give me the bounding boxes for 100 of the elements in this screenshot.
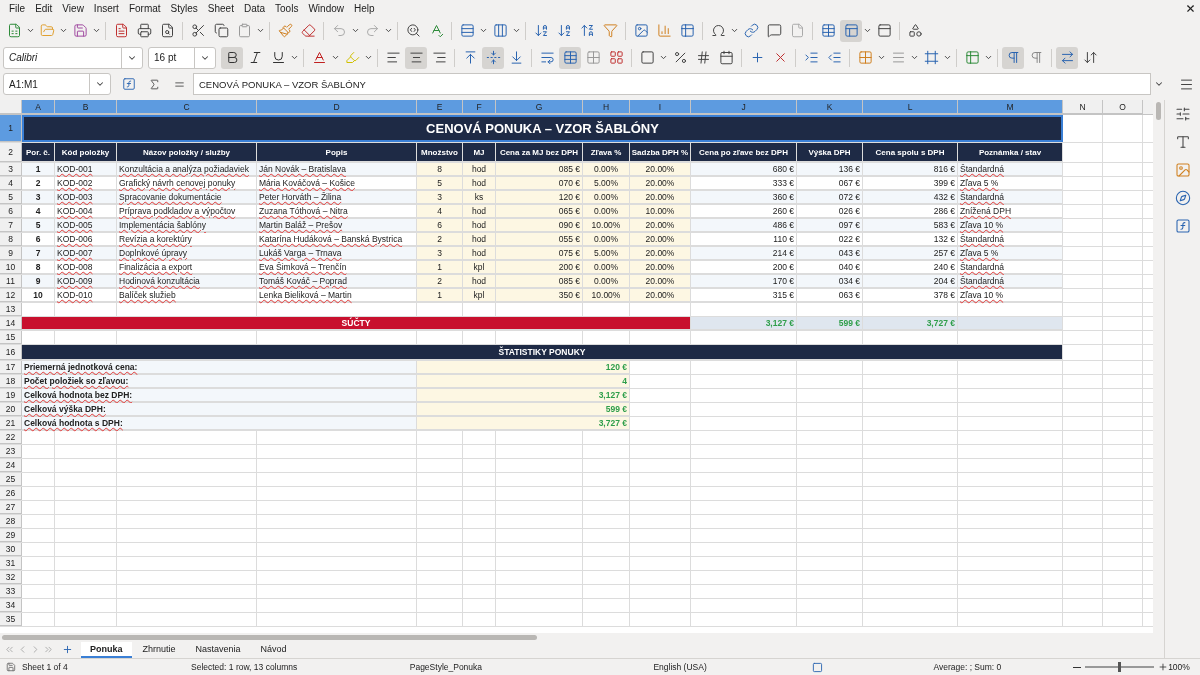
row-number[interactable]: 15 <box>0 331 22 344</box>
zoom-thumb[interactable] <box>1118 662 1122 672</box>
menu-item[interactable]: View <box>57 3 89 14</box>
caret-icon[interactable] <box>910 53 919 62</box>
menu-item[interactable]: File <box>4 3 31 14</box>
row-number[interactable]: 31 <box>0 557 22 570</box>
column-letter[interactable]: L <box>863 100 958 114</box>
sheet-tab[interactable]: Zhrnutie <box>133 641 185 658</box>
column-letter[interactable]: A <box>22 100 55 114</box>
row-number[interactable]: 10 <box>0 261 22 274</box>
menu-item[interactable]: Window <box>303 3 349 14</box>
column-letter[interactable]: D <box>257 100 417 114</box>
menu-item[interactable]: Tools <box>270 3 304 14</box>
row-number[interactable]: 1 <box>0 115 22 142</box>
menu-item[interactable]: Format <box>123 3 166 14</box>
menu-item[interactable]: Insert <box>88 3 124 14</box>
column-letter[interactable]: M <box>958 100 1063 114</box>
sheet-tab[interactable]: Ponuka <box>81 641 132 658</box>
formula-input[interactable]: CENOVÁ PONUKA – VZOR ŠABLÓNY <box>193 73 1151 95</box>
row-number[interactable]: 13 <box>0 303 22 316</box>
row-number[interactable]: 27 <box>0 501 22 514</box>
row-number[interactable]: 21 <box>0 417 22 430</box>
caret-icon[interactable] <box>364 53 373 62</box>
row-number[interactable]: 3 <box>0 163 22 176</box>
row-number[interactable]: 30 <box>0 543 22 556</box>
column-letter[interactable]: C <box>117 100 257 114</box>
caret-icon[interactable] <box>351 26 360 35</box>
column-letter[interactable]: N <box>1063 100 1103 114</box>
row-number[interactable]: 7 <box>0 219 22 232</box>
close-icon[interactable] <box>1185 3 1196 14</box>
row-number[interactable]: 28 <box>0 515 22 528</box>
column-letter[interactable]: I <box>630 100 691 114</box>
menu-item[interactable]: Help <box>349 3 380 14</box>
row-number[interactable]: 19 <box>0 389 22 402</box>
scrollbar-thumb[interactable] <box>2 634 537 640</box>
row-number[interactable]: 4 <box>0 177 22 190</box>
row-number[interactable]: 23 <box>0 445 22 458</box>
caret-icon[interactable] <box>256 26 265 35</box>
row-number[interactable]: 11 <box>0 275 22 288</box>
column-letter[interactable]: H <box>583 100 630 114</box>
align-middle-button[interactable] <box>482 46 504 69</box>
row-number[interactable]: 12 <box>0 289 22 302</box>
row-number[interactable]: 35 <box>0 613 22 626</box>
column-letter[interactable]: K <box>797 100 863 114</box>
menu-item[interactable]: Sheet <box>202 3 239 14</box>
caret-icon[interactable] <box>863 26 872 35</box>
sheet-tab[interactable]: Nastavenia <box>186 641 250 658</box>
font-name-field[interactable]: Calibri <box>3 46 143 69</box>
row-number[interactable]: 18 <box>0 375 22 388</box>
caret-icon[interactable] <box>877 53 886 62</box>
expand-caret-icon[interactable] <box>1154 79 1164 89</box>
caret-icon[interactable] <box>659 53 668 62</box>
caret-icon[interactable] <box>984 53 993 62</box>
row-number[interactable]: 14 <box>0 317 22 330</box>
zoom-in-icon[interactable] <box>1158 662 1169 672</box>
row-number[interactable]: 8 <box>0 233 22 246</box>
column-letter[interactable]: G <box>496 100 583 114</box>
caret-icon[interactable] <box>512 26 521 35</box>
align-center-button[interactable] <box>405 46 427 69</box>
scrollbar-thumb[interactable] <box>1156 102 1161 120</box>
row-number[interactable]: 17 <box>0 361 22 374</box>
freeze-button[interactable] <box>840 19 862 42</box>
merge-cells-button[interactable] <box>559 46 581 69</box>
caret-icon[interactable] <box>290 53 299 62</box>
row-number[interactable]: 33 <box>0 585 22 598</box>
row-number[interactable]: 2 <box>0 143 22 162</box>
row-number[interactable]: 25 <box>0 473 22 486</box>
row-number[interactable]: 26 <box>0 487 22 500</box>
row-number[interactable]: 5 <box>0 191 22 204</box>
caret-icon[interactable] <box>479 26 488 35</box>
font-size-field[interactable]: 16 pt <box>148 46 216 69</box>
row-number[interactable]: 6 <box>0 205 22 218</box>
menu-item[interactable]: Data <box>238 3 271 14</box>
column-letter[interactable]: O <box>1103 100 1143 114</box>
column-letter[interactable]: B <box>55 100 117 114</box>
row-number[interactable]: 34 <box>0 599 22 612</box>
row-number[interactable]: 32 <box>0 571 22 584</box>
row-number[interactable]: 20 <box>0 403 22 416</box>
row-number[interactable]: 22 <box>0 431 22 444</box>
caret-icon[interactable] <box>59 26 68 35</box>
column-letter[interactable]: F <box>463 100 496 114</box>
caret-icon[interactable] <box>92 26 101 35</box>
add-sheet-icon[interactable] <box>62 644 73 655</box>
row-number[interactable]: 24 <box>0 459 22 472</box>
column-letter[interactable]: E <box>417 100 463 114</box>
menu-item[interactable]: Styles <box>165 3 203 14</box>
bold-button[interactable] <box>221 46 243 69</box>
row-number[interactable]: 16 <box>0 345 22 360</box>
row-number[interactable]: 9 <box>0 247 22 260</box>
menu-item[interactable]: Edit <box>30 3 58 14</box>
caret-icon[interactable] <box>331 53 340 62</box>
sheet-tab[interactable]: Návod <box>251 641 296 658</box>
text-flow-button[interactable] <box>1056 46 1078 69</box>
column-letter[interactable]: J <box>691 100 797 114</box>
caret-icon[interactable] <box>384 26 393 35</box>
pilcrow-button[interactable] <box>1002 46 1024 69</box>
row-number[interactable]: 29 <box>0 529 22 542</box>
caret-icon[interactable] <box>730 26 739 35</box>
name-box[interactable]: A1:M1 <box>3 73 111 95</box>
caret-icon[interactable] <box>26 26 35 35</box>
